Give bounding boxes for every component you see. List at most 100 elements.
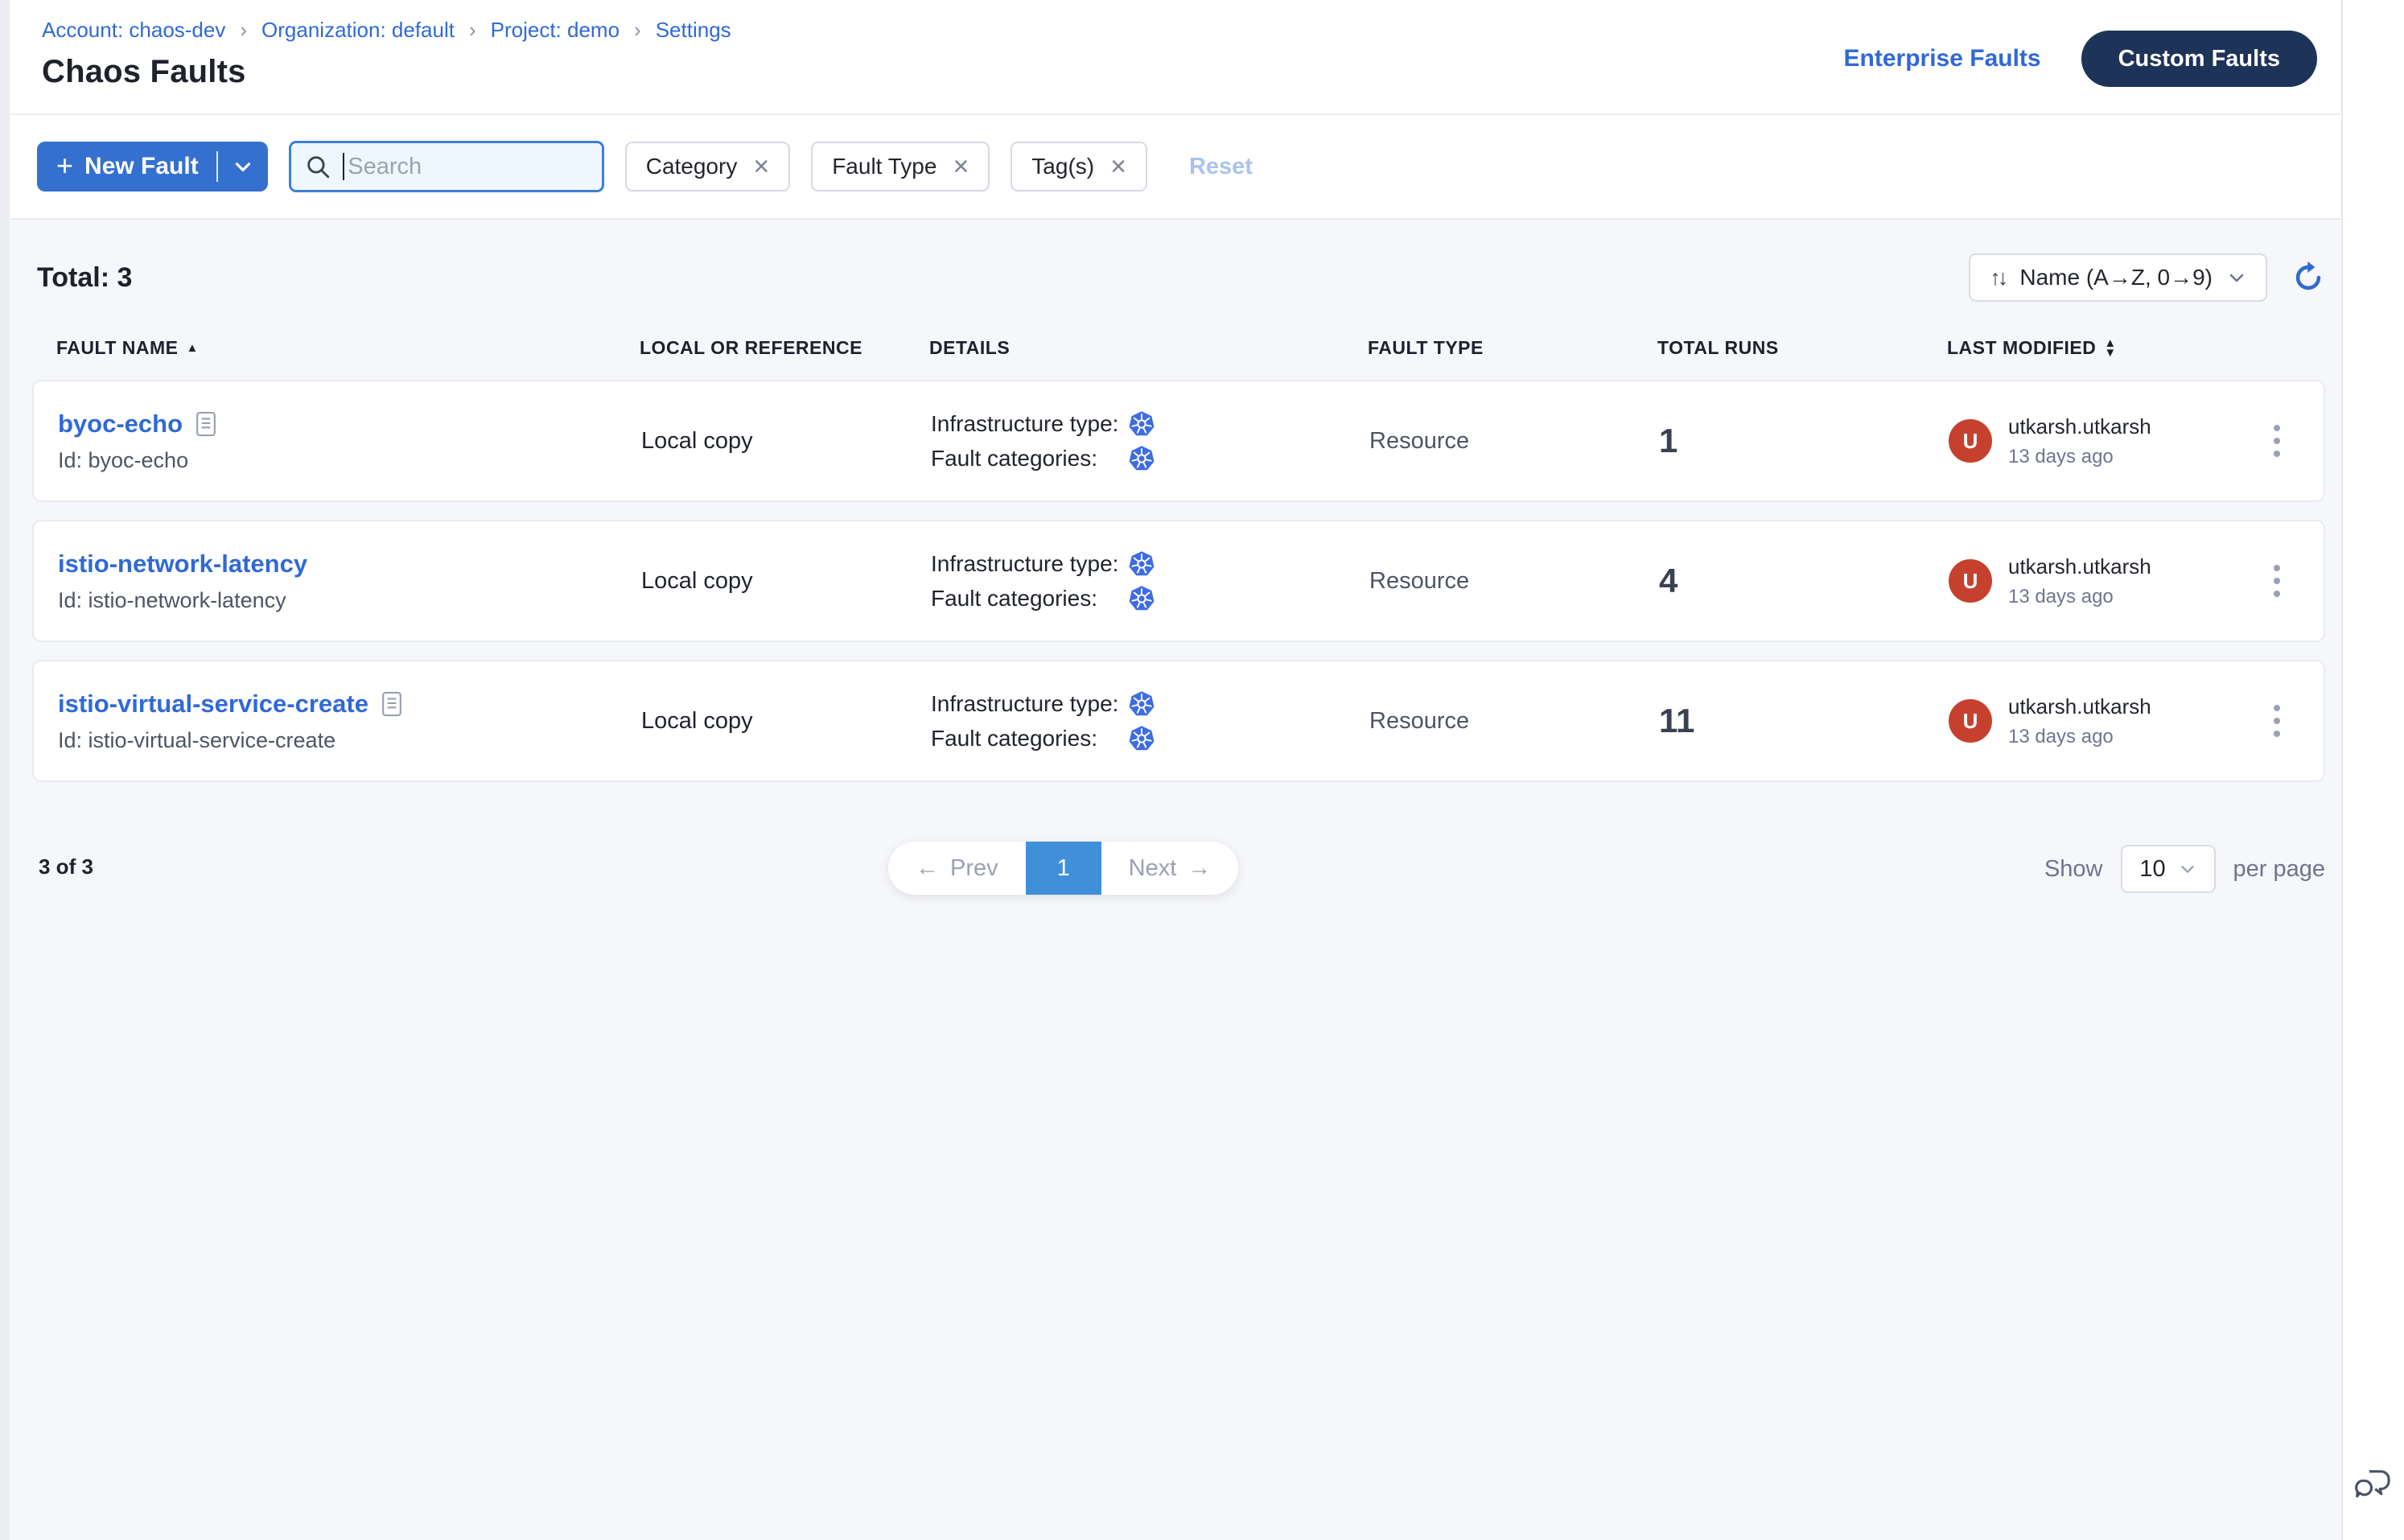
show-label: Show bbox=[2044, 856, 2103, 883]
page-1-button[interactable]: 1 bbox=[1026, 842, 1101, 895]
page-size-dropdown[interactable]: 10 bbox=[2121, 845, 2216, 893]
column-label: FAULT TYPE bbox=[1368, 337, 1484, 359]
next-label: Next bbox=[1129, 855, 1177, 882]
column-header-fault-name[interactable]: FAULT NAME ▲ bbox=[56, 337, 640, 359]
fault-id: Id: istio-virtual-service-create bbox=[58, 728, 641, 753]
triangle-down-icon: ▼ bbox=[2104, 348, 2116, 358]
arrow-left-icon: ← bbox=[916, 855, 939, 882]
table-row: istio-virtual-service-create Id: istio-v… bbox=[32, 660, 2325, 782]
breadcrumb-organization[interactable]: Organization: default bbox=[261, 18, 455, 43]
avatar: U bbox=[1949, 419, 1992, 463]
sort-area: ↑↓ Name (A→Z, 0→9) bbox=[1969, 253, 2325, 302]
column-header-total-runs: TOTAL RUNS bbox=[1657, 337, 1947, 359]
fault-type-cell: Resource bbox=[1369, 428, 1659, 455]
search-input[interactable] bbox=[348, 154, 590, 180]
left-edge-strip bbox=[0, 0, 10, 1540]
local-or-reference-cell: Local copy bbox=[641, 708, 931, 735]
totals-row: Total: 3 ↑↓ Name (A→Z, 0→9) bbox=[32, 253, 2325, 302]
chat-bubbles-icon bbox=[2353, 1465, 2394, 1507]
filter-chip-label: Tag(s) bbox=[1031, 154, 1094, 179]
next-page-button[interactable]: Next → bbox=[1101, 842, 1239, 895]
row-menu-button[interactable] bbox=[2267, 418, 2287, 463]
column-header-last-modified[interactable]: LAST MODIFIED ▲ ▼ bbox=[1947, 337, 2253, 359]
modified-by: utkarsh.utkarsh bbox=[2008, 414, 2151, 439]
enterprise-faults-link[interactable]: Enterprise Faults bbox=[1844, 45, 2041, 72]
resource-center-button[interactable] bbox=[2353, 1465, 2394, 1511]
close-icon[interactable]: × bbox=[753, 153, 769, 180]
column-label: LOCAL OR REFERENCE bbox=[640, 337, 862, 359]
column-label: LAST MODIFIED bbox=[1947, 337, 2096, 359]
breadcrumb-account[interactable]: Account: chaos-dev bbox=[42, 18, 225, 43]
kubernetes-icon bbox=[1128, 690, 1155, 718]
arrow-right-icon: → bbox=[1188, 855, 1211, 882]
column-label: DETAILS bbox=[929, 337, 1010, 359]
page-header: Account: chaos-dev › Organization: defau… bbox=[10, 0, 2341, 115]
filter-chip-category[interactable]: Category × bbox=[625, 142, 790, 191]
total-count: Total: 3 bbox=[37, 262, 132, 294]
breadcrumb-separator-icon: › bbox=[634, 18, 641, 43]
sort-updown-icon: ↑↓ bbox=[1990, 266, 2005, 290]
local-or-reference-cell: Local copy bbox=[641, 568, 931, 595]
kubernetes-icon bbox=[1128, 585, 1155, 612]
infrastructure-type-label: Infrastructure type: bbox=[931, 411, 1128, 437]
local-or-reference-cell: Local copy bbox=[641, 428, 931, 455]
pager: ← Prev 1 Next → bbox=[888, 842, 1238, 895]
close-icon[interactable]: × bbox=[1110, 153, 1126, 180]
row-menu-button[interactable] bbox=[2267, 698, 2287, 743]
prev-page-button[interactable]: ← Prev bbox=[888, 842, 1026, 895]
right-rail bbox=[2341, 0, 2404, 1540]
kubernetes-icon bbox=[1128, 410, 1155, 438]
pagination-row: 3 of 3 ← Prev 1 Next → Show 10 bbox=[32, 842, 2325, 906]
kubernetes-icon bbox=[1128, 550, 1155, 578]
copy-document-icon[interactable] bbox=[381, 690, 402, 718]
filter-chip-label: Category bbox=[646, 154, 738, 179]
fault-id: Id: istio-network-latency bbox=[58, 588, 641, 613]
breadcrumb-separator-icon: › bbox=[469, 18, 476, 43]
page-size-control: Show 10 per page bbox=[2044, 845, 2325, 893]
fault-list: byoc-echo Id: byoc-echo Local copy Infra… bbox=[32, 380, 2325, 782]
column-header-fault-type: FAULT TYPE bbox=[1368, 337, 1657, 359]
new-fault-split-button: + New Fault bbox=[37, 142, 268, 191]
fault-name-link[interactable]: istio-network-latency bbox=[58, 550, 307, 579]
custom-faults-button[interactable]: Custom Faults bbox=[2081, 31, 2317, 87]
last-modified-cell: U utkarsh.utkarsh 13 days ago bbox=[1949, 694, 2254, 748]
new-fault-button[interactable]: + New Fault bbox=[37, 142, 216, 191]
avatar: U bbox=[1949, 559, 1992, 603]
new-fault-dropdown-button[interactable] bbox=[218, 142, 268, 191]
main-area: Account: chaos-dev › Organization: defau… bbox=[10, 0, 2341, 1540]
chaos-faults-page: Account: chaos-dev › Organization: defau… bbox=[0, 0, 2404, 1540]
sort-both-icon: ▲ ▼ bbox=[2104, 339, 2116, 358]
fault-name-link[interactable]: istio-virtual-service-create bbox=[58, 690, 368, 719]
filter-chip-tags[interactable]: Tag(s) × bbox=[1011, 142, 1147, 191]
search-box bbox=[289, 141, 604, 192]
modified-by: utkarsh.utkarsh bbox=[2008, 694, 2151, 719]
toolbar: + New Fault Category × Fault Type × bbox=[10, 115, 2341, 220]
fault-name-link[interactable]: byoc-echo bbox=[58, 410, 183, 439]
filter-chip-fault-type[interactable]: Fault Type × bbox=[811, 142, 990, 191]
header-actions: Enterprise Faults Custom Faults bbox=[1844, 31, 2317, 87]
fault-categories-label: Fault categories: bbox=[931, 586, 1128, 611]
breadcrumb-settings[interactable]: Settings bbox=[656, 18, 731, 43]
chevron-down-icon bbox=[2227, 268, 2246, 287]
row-menu-button[interactable] bbox=[2267, 558, 2287, 603]
content-area: Total: 3 ↑↓ Name (A→Z, 0→9) bbox=[10, 220, 2341, 1540]
close-icon[interactable]: × bbox=[953, 153, 969, 180]
sort-dropdown[interactable]: ↑↓ Name (A→Z, 0→9) bbox=[1969, 253, 2267, 302]
last-modified-cell: U utkarsh.utkarsh 13 days ago bbox=[1949, 414, 2254, 468]
chevron-down-icon bbox=[233, 156, 253, 177]
copy-document-icon[interactable] bbox=[196, 410, 216, 438]
per-page-label: per page bbox=[2233, 856, 2326, 883]
sort-ascending-icon: ▲ bbox=[187, 344, 199, 353]
fault-categories-label: Fault categories: bbox=[931, 446, 1128, 471]
modified-by: utkarsh.utkarsh bbox=[2008, 554, 2151, 579]
fault-id: Id: byoc-echo bbox=[58, 448, 641, 473]
breadcrumb-project[interactable]: Project: demo bbox=[491, 18, 620, 43]
refresh-button[interactable] bbox=[2291, 261, 2325, 294]
reset-filters-button[interactable]: Reset bbox=[1189, 154, 1253, 180]
page-size-value: 10 bbox=[2139, 856, 2165, 883]
table-header-row: FAULT NAME ▲ LOCAL OR REFERENCE DETAILS … bbox=[32, 337, 2325, 359]
breadcrumb-separator-icon: › bbox=[240, 18, 247, 43]
fault-type-cell: Resource bbox=[1369, 568, 1659, 595]
fault-categories-label: Fault categories: bbox=[931, 726, 1128, 751]
details-cell: Infrastructure type: Fault categories: bbox=[931, 546, 1369, 616]
